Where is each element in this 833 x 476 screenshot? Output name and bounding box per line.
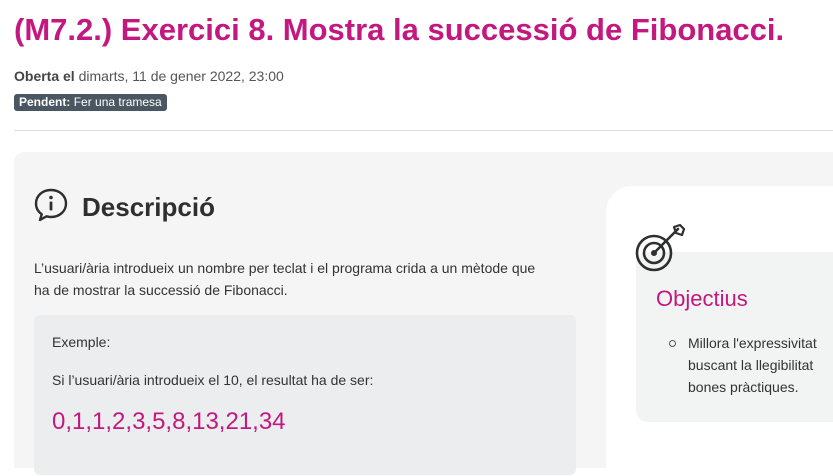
objective-line: buscant la llegibilitat <box>688 357 814 373</box>
objective-line: Millora l'expressivitat <box>688 335 817 351</box>
page-title: (M7.2.) Exercici 8. Mostra la successió … <box>14 12 785 47</box>
description-heading: Descripció <box>82 192 215 222</box>
header-divider <box>14 130 833 131</box>
target-arrow-icon <box>635 223 686 272</box>
example-box <box>34 315 576 475</box>
example-result: 0,1,1,2,3,5,8,13,21,34 <box>52 408 286 435</box>
info-speech-bubble-icon <box>34 188 68 222</box>
example-label: Exemple: <box>52 334 111 350</box>
objective-line: bones pràctiques. <box>688 379 799 395</box>
opened-label: Oberta el <box>14 68 75 84</box>
objectives-heading: Objectius <box>656 286 748 311</box>
description-text: L’usuari/ària introdueix un nombre per t… <box>34 260 536 298</box>
example-text: Si l’usuari/ària introdueix el 10, el re… <box>52 372 374 388</box>
objectives-list: Millora l'expressivitat buscant la llegi… <box>668 332 833 398</box>
objective-item: Millora l'expressivitat buscant la llegi… <box>668 332 833 398</box>
opened-date: dimarts, 11 de gener 2022, 23:00 <box>78 68 284 84</box>
status-value: Fer una tramesa <box>73 95 162 109</box>
status-badge: Pendent: Fer una tramesa <box>14 94 167 111</box>
circle-bullet-icon <box>669 340 676 347</box>
status-label: Pendent: <box>19 95 71 109</box>
opened-date-info: Oberta el dimarts, 11 de gener 2022, 23:… <box>14 68 284 84</box>
